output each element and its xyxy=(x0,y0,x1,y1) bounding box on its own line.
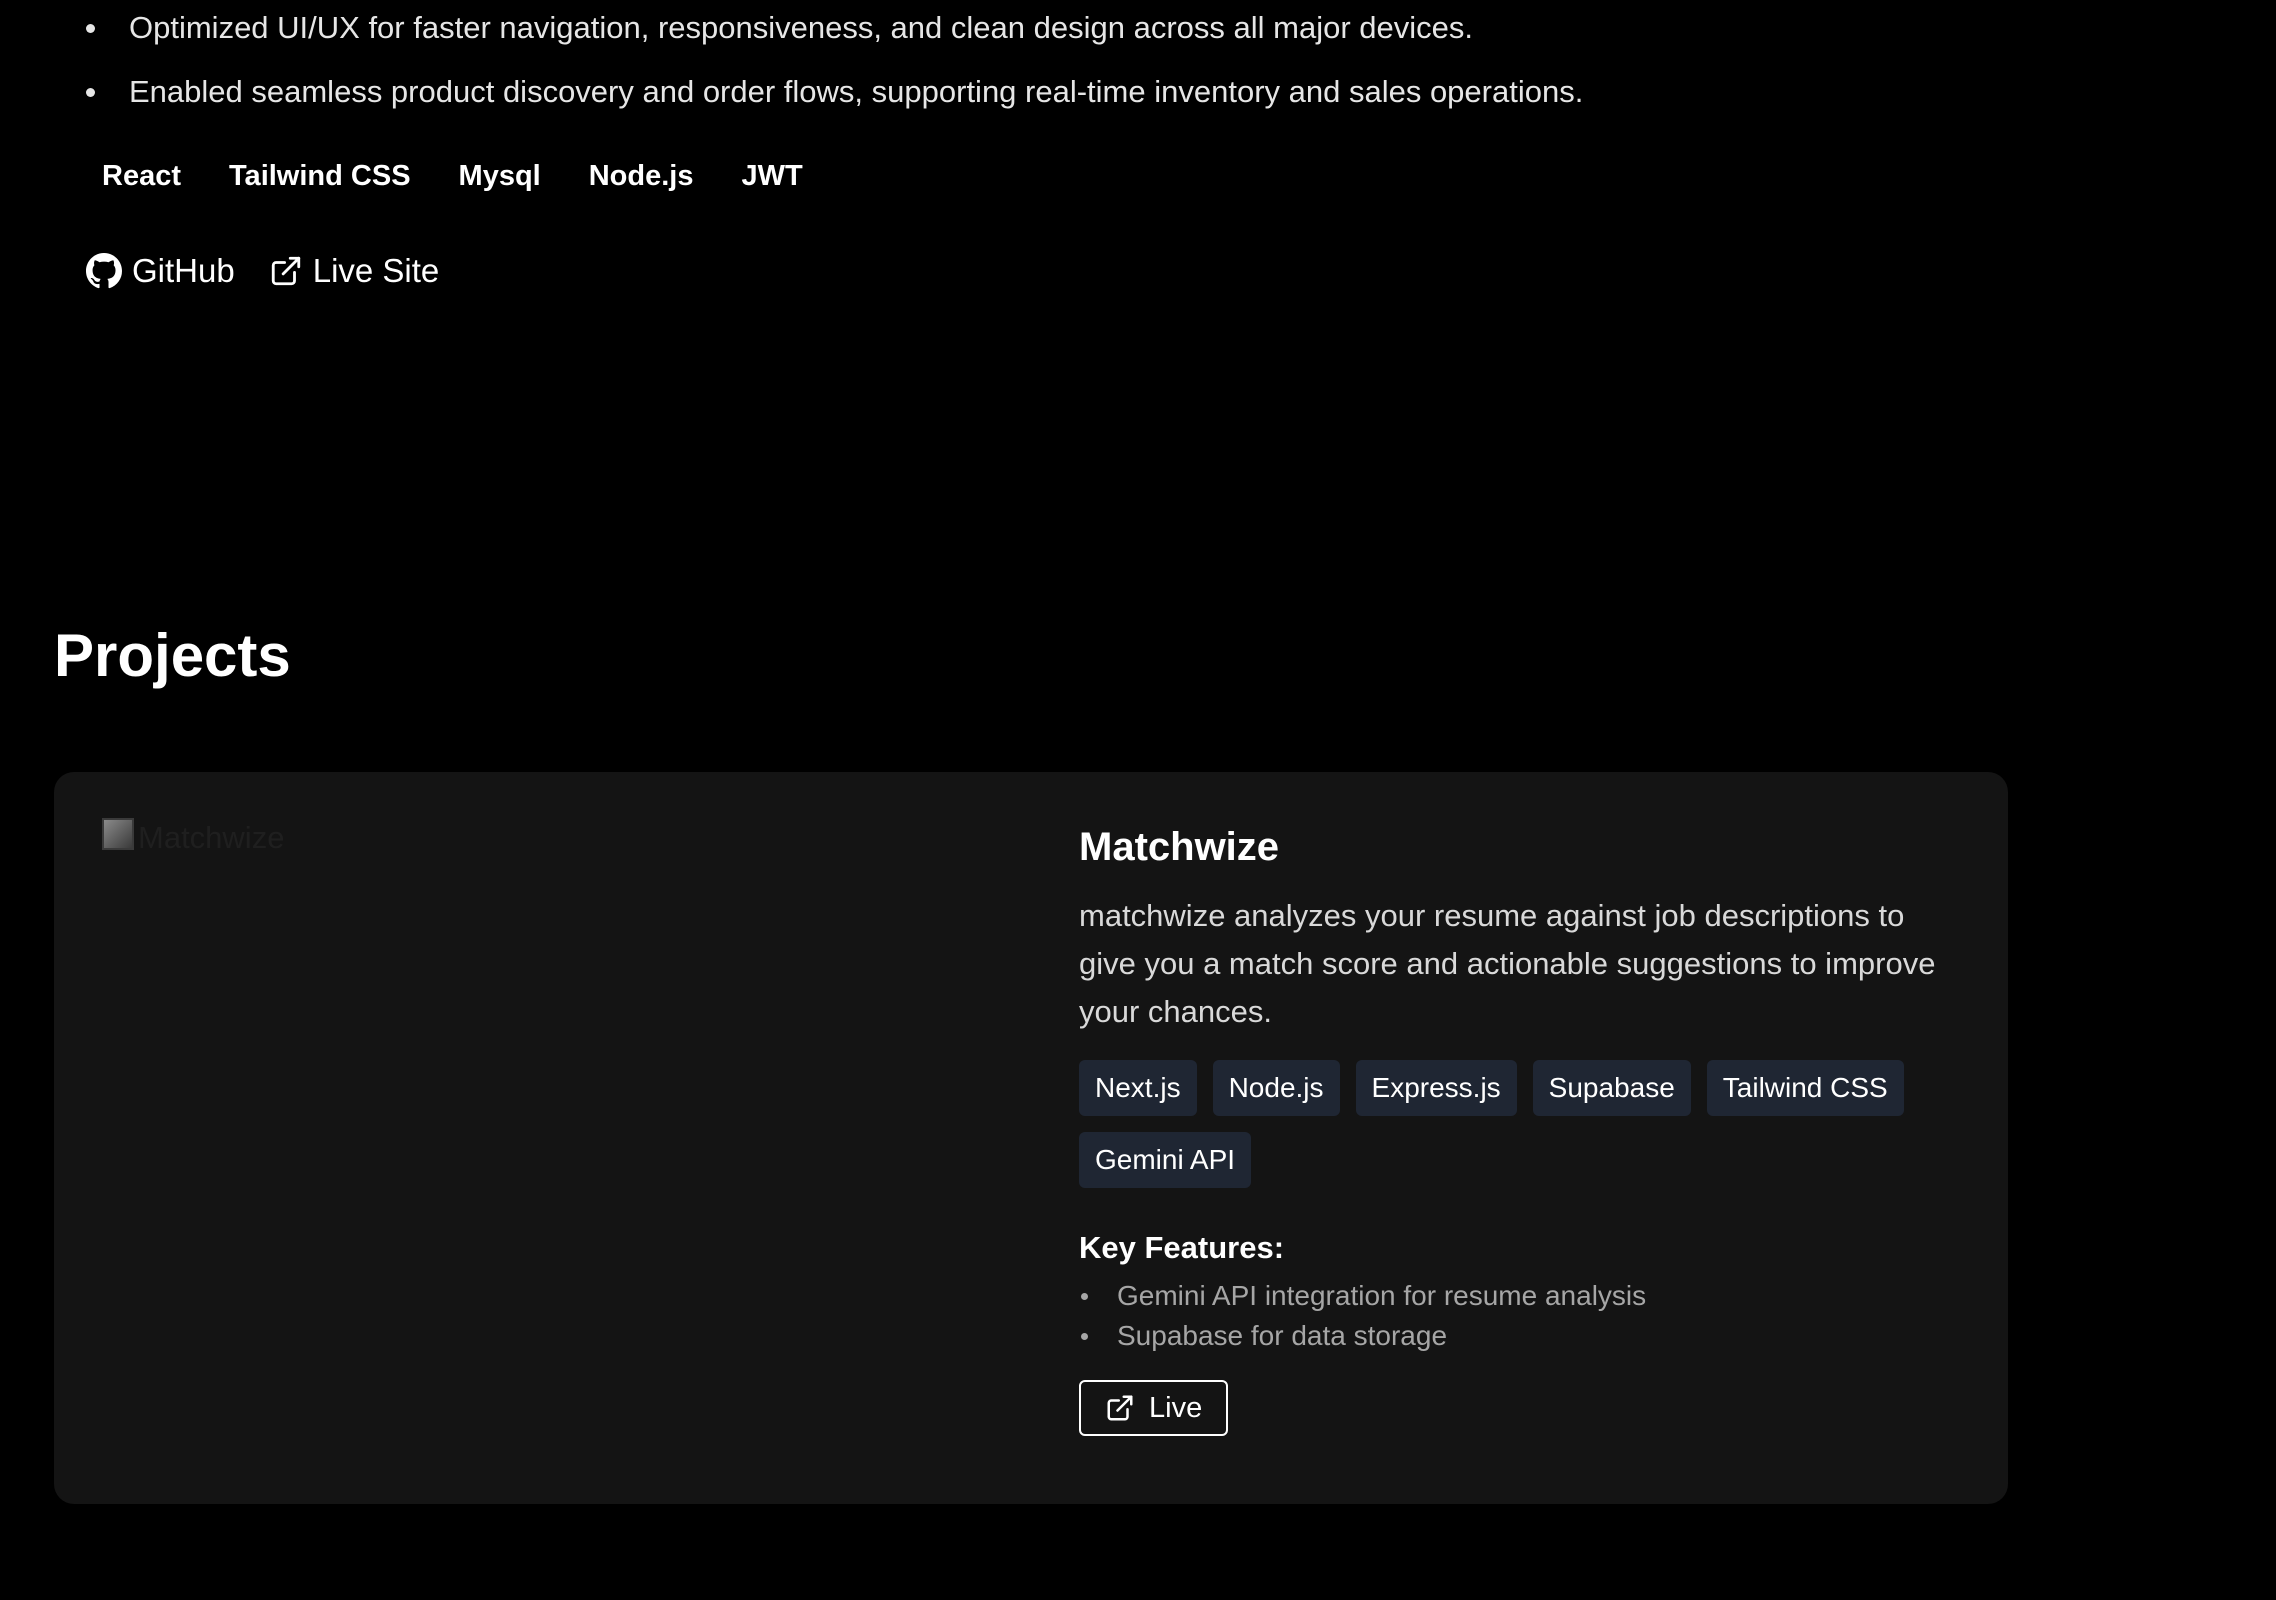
live-site-link-label: Live Site xyxy=(312,252,440,289)
broken-image-icon xyxy=(102,818,134,850)
key-features-list: Gemini API integration for resume analys… xyxy=(1079,1276,1959,1356)
tech-tag: Node.js xyxy=(588,160,694,192)
experience-tech-tags: React Tailwind CSS Mysql Node.js JWT xyxy=(86,150,835,202)
tech-tag: JWT xyxy=(741,160,803,192)
experience-bullets: Optimized UI/UX for faster navigation, r… xyxy=(86,0,1583,124)
experience-bullet: Optimized UI/UX for faster navigation, r… xyxy=(86,0,1583,60)
tech-tag: Tailwind CSS xyxy=(229,160,411,192)
project-tag: Next.js xyxy=(1079,1060,1197,1116)
project-details: Matchwize matchwize analyzes your resume… xyxy=(1079,820,1959,1436)
github-link[interactable]: GitHub xyxy=(86,252,235,290)
project-tag: Supabase xyxy=(1532,1060,1691,1116)
project-description: matchwize analyzes your resume against j… xyxy=(1079,898,1936,1029)
experience-links: GitHub Live Site xyxy=(86,252,473,290)
project-card: Matchwize Matchwize matchwize analyzes y… xyxy=(54,772,2008,1504)
project-title: Matchwize xyxy=(1079,825,1280,869)
key-features-heading: Key Features: xyxy=(1079,1230,1285,1265)
external-link-icon xyxy=(1107,1395,1133,1421)
project-tag: Node.js xyxy=(1212,1060,1340,1116)
page: Optimized UI/UX for faster navigation, r… xyxy=(0,0,2276,1600)
live-button-label: Live xyxy=(1149,1391,1203,1424)
broken-image-placeholder: Matchwize xyxy=(102,818,1002,856)
live-button[interactable]: Live xyxy=(1079,1380,1229,1436)
project-tech-tags: Next.js Node.js Express.js Supabase Tail… xyxy=(1079,1060,1959,1204)
live-site-link[interactable]: Live Site xyxy=(269,252,440,290)
github-icon xyxy=(86,253,122,289)
tech-tag: React xyxy=(102,160,181,192)
feature-item: Supabase for data storage xyxy=(1079,1316,1959,1356)
external-link-icon xyxy=(271,256,300,286)
project-tag: Gemini API xyxy=(1079,1132,1252,1188)
project-tag: Tailwind CSS xyxy=(1706,1060,1904,1116)
github-link-label: GitHub xyxy=(132,252,235,289)
project-image: Matchwize xyxy=(102,818,1002,1420)
project-tag: Express.js xyxy=(1355,1060,1517,1116)
tech-tag: Mysql xyxy=(458,160,541,192)
feature-item: Gemini API integration for resume analys… xyxy=(1079,1276,1959,1316)
projects-heading: Projects xyxy=(54,622,291,689)
project-image-alt: Matchwize xyxy=(138,820,285,855)
experience-bullet: Enabled seamless product discovery and o… xyxy=(86,60,1583,124)
